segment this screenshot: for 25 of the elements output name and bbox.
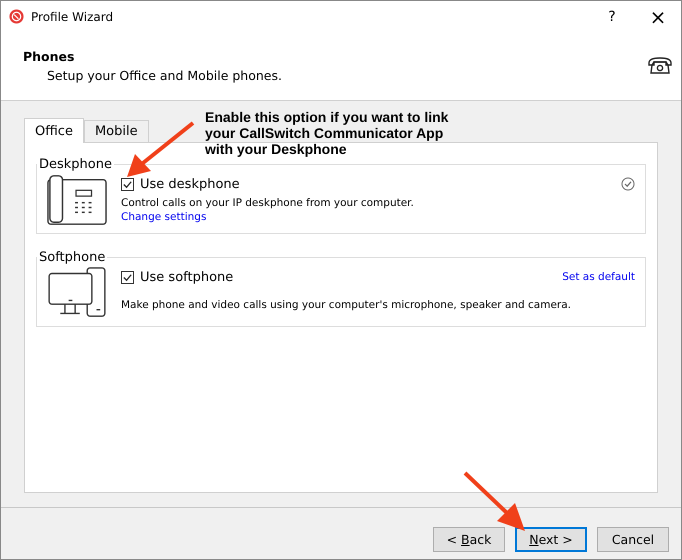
app-logo-icon bbox=[9, 9, 24, 24]
option-description: Make phone and video calls using your computer's microphone, speaker and camera. bbox=[121, 299, 572, 311]
close-button[interactable]: × bbox=[635, 1, 681, 32]
group-title: Deskphone bbox=[37, 157, 114, 172]
tab[interactable]: Mobile bbox=[84, 120, 149, 142]
page-title: Phones bbox=[23, 49, 76, 64]
annotation-text: Enable this option if you want to link your CallSwitch Communicator App with your Deskphone bbox=[205, 109, 450, 157]
option-description: Control calls on your IP deskphone from your computer. bbox=[121, 197, 415, 209]
window-title: Profile Wizard bbox=[31, 10, 114, 24]
change-settings-link[interactable]: Change settings bbox=[121, 211, 206, 223]
help-button[interactable]: ? bbox=[589, 1, 635, 32]
wizard-button[interactable]: Next > bbox=[515, 527, 587, 552]
checkbox-label[interactable]: Use softphone bbox=[140, 270, 234, 284]
desk-phone-icon bbox=[47, 174, 107, 226]
set-default-link[interactable]: Set as default bbox=[562, 271, 635, 283]
checkbox[interactable] bbox=[121, 178, 134, 190]
page-subtitle: Setup your Office and Mobile phones. bbox=[46, 68, 283, 83]
wizard-button[interactable]: < Back bbox=[433, 527, 505, 552]
tab[interactable]: Office bbox=[24, 118, 84, 143]
computer-and-mobile-icon bbox=[47, 267, 107, 319]
wizard-button[interactable]: Cancel bbox=[597, 527, 669, 552]
group-title: Softphone bbox=[37, 250, 108, 265]
telephone-icon bbox=[647, 56, 673, 76]
checkbox-label[interactable]: Use deskphone bbox=[140, 176, 240, 192]
checkbox[interactable] bbox=[121, 270, 134, 284]
